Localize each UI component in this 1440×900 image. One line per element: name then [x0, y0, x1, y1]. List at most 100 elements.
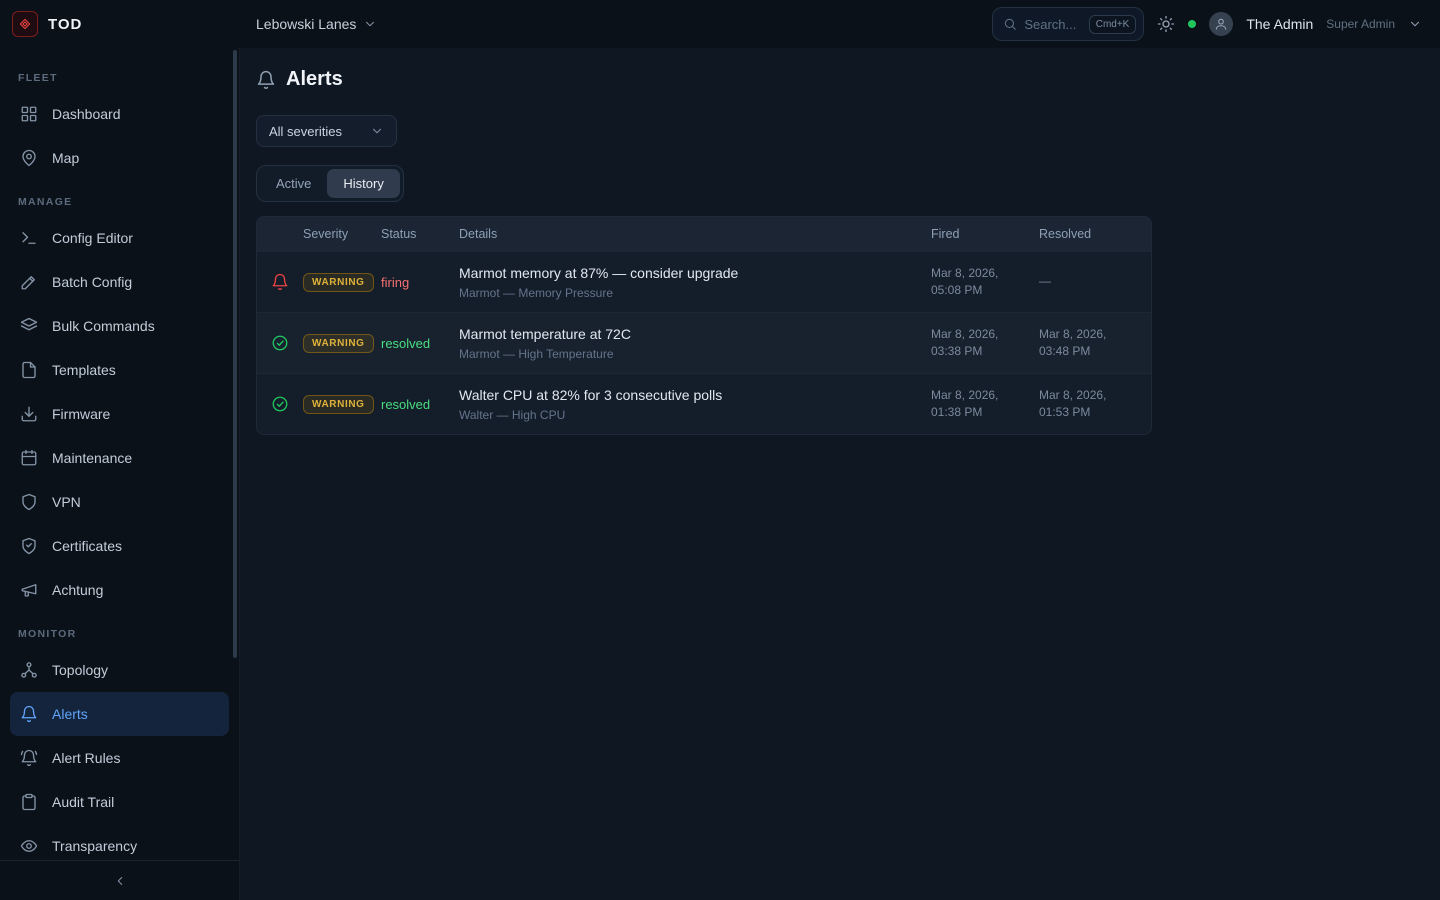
- user-name: The Admin: [1246, 16, 1313, 32]
- fired-timestamp: Mar 8, 2026, 03:38 PM: [931, 326, 1039, 361]
- sidebar-item-label: Alerts: [52, 706, 88, 722]
- alert-subtitle: Marmot — Memory Pressure: [459, 286, 919, 300]
- sidebar-item-maintenance[interactable]: Maintenance: [10, 436, 229, 480]
- user-role-badge: Super Admin: [1326, 17, 1395, 31]
- fired-timestamp: Mar 8, 2026, 05:08 PM: [931, 265, 1039, 300]
- col-fired: Fired: [931, 227, 1039, 241]
- search-icon: [1003, 17, 1017, 31]
- table-row[interactable]: WARNING firing Marmot memory at 87% — co…: [257, 251, 1151, 312]
- search-input[interactable]: [1024, 17, 1081, 32]
- check-circle-icon: [271, 334, 289, 352]
- sidebar-item-label: Alert Rules: [52, 750, 120, 766]
- resolved-timestamp: Mar 8, 2026, 01:53 PM: [1039, 387, 1149, 422]
- sidebar-item-templates[interactable]: Templates: [10, 348, 229, 392]
- chevron-left-icon: [113, 874, 127, 888]
- sidebar-item-label: Transparency: [52, 838, 137, 854]
- org-selector[interactable]: Lebowski Lanes: [256, 16, 377, 32]
- grid-icon: [20, 105, 38, 123]
- sidebar-item-label: Firmware: [52, 406, 110, 422]
- alert-details: Marmot memory at 87% — consider upgrade …: [459, 255, 931, 310]
- app-logo-icon: [12, 11, 38, 37]
- app-root: TOD Lebowski Lanes Cmd+K The Admin Super…: [0, 0, 1440, 900]
- terminal-icon: [20, 229, 38, 247]
- sidebar-item-label: Templates: [52, 362, 116, 378]
- sidebar-item-map[interactable]: Map: [10, 136, 229, 180]
- severity-badge: WARNING: [303, 273, 374, 292]
- severity-filter-select[interactable]: All severities: [256, 115, 397, 147]
- eye-icon: [20, 837, 38, 855]
- alert-subtitle: Walter — High CPU: [459, 408, 919, 422]
- check-circle-icon: [271, 395, 289, 413]
- sidebar-item-config-editor[interactable]: Config Editor: [10, 216, 229, 260]
- sidebar-item-batch-config[interactable]: Batch Config: [10, 260, 229, 304]
- sidebar-item-label: Bulk Commands: [52, 318, 155, 334]
- alert-title: Walter CPU at 82% for 3 consecutive poll…: [459, 387, 919, 403]
- sidebar-item-label: Topology: [52, 662, 108, 678]
- sidebar-item-label: Batch Config: [52, 274, 132, 290]
- sidebar-item-achtung[interactable]: Achtung: [10, 568, 229, 612]
- search-shortcut-badge: Cmd+K: [1089, 15, 1137, 34]
- sidebar-item-alerts[interactable]: Alerts: [10, 692, 229, 736]
- topology-icon: [20, 661, 38, 679]
- brush-icon: [20, 273, 38, 291]
- col-resolved: Resolved: [1039, 227, 1149, 241]
- table-row[interactable]: WARNING resolved Walter CPU at 82% for 3…: [257, 373, 1151, 434]
- sidebar-scrollbar[interactable]: [233, 50, 237, 658]
- download-icon: [20, 405, 38, 423]
- sidebar-item-topology[interactable]: Topology: [10, 648, 229, 692]
- bell-icon: [20, 705, 38, 723]
- user-icon: [1214, 17, 1228, 31]
- sidebar-item-bulk-commands[interactable]: Bulk Commands: [10, 304, 229, 348]
- alert-details: Walter CPU at 82% for 3 consecutive poll…: [459, 377, 931, 432]
- table-row[interactable]: WARNING resolved Marmot temperature at 7…: [257, 312, 1151, 373]
- search-box[interactable]: Cmd+K: [992, 7, 1144, 41]
- sidebar-item-audit-trail[interactable]: Audit Trail: [10, 780, 229, 824]
- topbar: TOD Lebowski Lanes Cmd+K The Admin Super…: [0, 0, 1440, 48]
- brand-name: TOD: [48, 16, 82, 33]
- page-header: Alerts: [256, 68, 1424, 91]
- clipboard-icon: [20, 793, 38, 811]
- resolved-timestamp: —: [1039, 273, 1149, 290]
- sidebar-section-monitor: MONITOR: [10, 612, 229, 648]
- alert-details: Marmot temperature at 72C Marmot — High …: [459, 316, 931, 371]
- user-menu-button[interactable]: [1408, 17, 1422, 31]
- severity-badge: WARNING: [303, 395, 374, 414]
- main-content: Alerts All severities Active History Sev…: [240, 48, 1440, 900]
- sidebar-item-firmware[interactable]: Firmware: [10, 392, 229, 436]
- alerts-table: Severity Status Details Fired Resolved W…: [256, 216, 1152, 435]
- status-text: resolved: [381, 397, 459, 412]
- connection-status-dot: [1188, 20, 1196, 28]
- layers-icon: [20, 317, 38, 335]
- sidebar-item-label: Dashboard: [52, 106, 121, 122]
- avatar[interactable]: [1209, 12, 1233, 36]
- severity-badge: WARNING: [303, 334, 374, 353]
- chevron-down-icon: [370, 124, 384, 138]
- sidebar-item-certificates[interactable]: Certificates: [10, 524, 229, 568]
- severity-filter-value: All severities: [269, 124, 342, 139]
- sidebar-item-dashboard[interactable]: Dashboard: [10, 92, 229, 136]
- shield-check-icon: [20, 537, 38, 555]
- calendar-icon: [20, 449, 38, 467]
- megaphone-icon: [20, 581, 38, 599]
- status-text: resolved: [381, 336, 459, 351]
- alerts-tab-group: Active History: [256, 165, 404, 202]
- sidebar-item-label: Certificates: [52, 538, 122, 554]
- alert-title: Marmot memory at 87% — consider upgrade: [459, 265, 919, 281]
- chevron-down-icon: [1408, 17, 1422, 31]
- sidebar-collapse-button[interactable]: [0, 860, 239, 900]
- file-icon: [20, 361, 38, 379]
- sidebar-section-fleet: FLEET: [10, 56, 229, 92]
- col-details: Details: [459, 227, 931, 241]
- bell-icon: [256, 70, 276, 90]
- tab-history[interactable]: History: [327, 169, 399, 198]
- sidebar-item-alert-rules[interactable]: Alert Rules: [10, 736, 229, 780]
- chevron-down-icon: [363, 17, 377, 31]
- sidebar-item-vpn[interactable]: VPN: [10, 480, 229, 524]
- tab-active[interactable]: Active: [260, 169, 327, 198]
- sidebar-item-label: Audit Trail: [52, 794, 114, 810]
- sidebar-item-label: Map: [52, 150, 79, 166]
- fired-timestamp: Mar 8, 2026, 01:38 PM: [931, 387, 1039, 422]
- col-severity: Severity: [303, 227, 381, 241]
- topbar-right: Cmd+K The Admin Super Admin: [992, 7, 1440, 41]
- theme-toggle-button[interactable]: [1157, 15, 1175, 33]
